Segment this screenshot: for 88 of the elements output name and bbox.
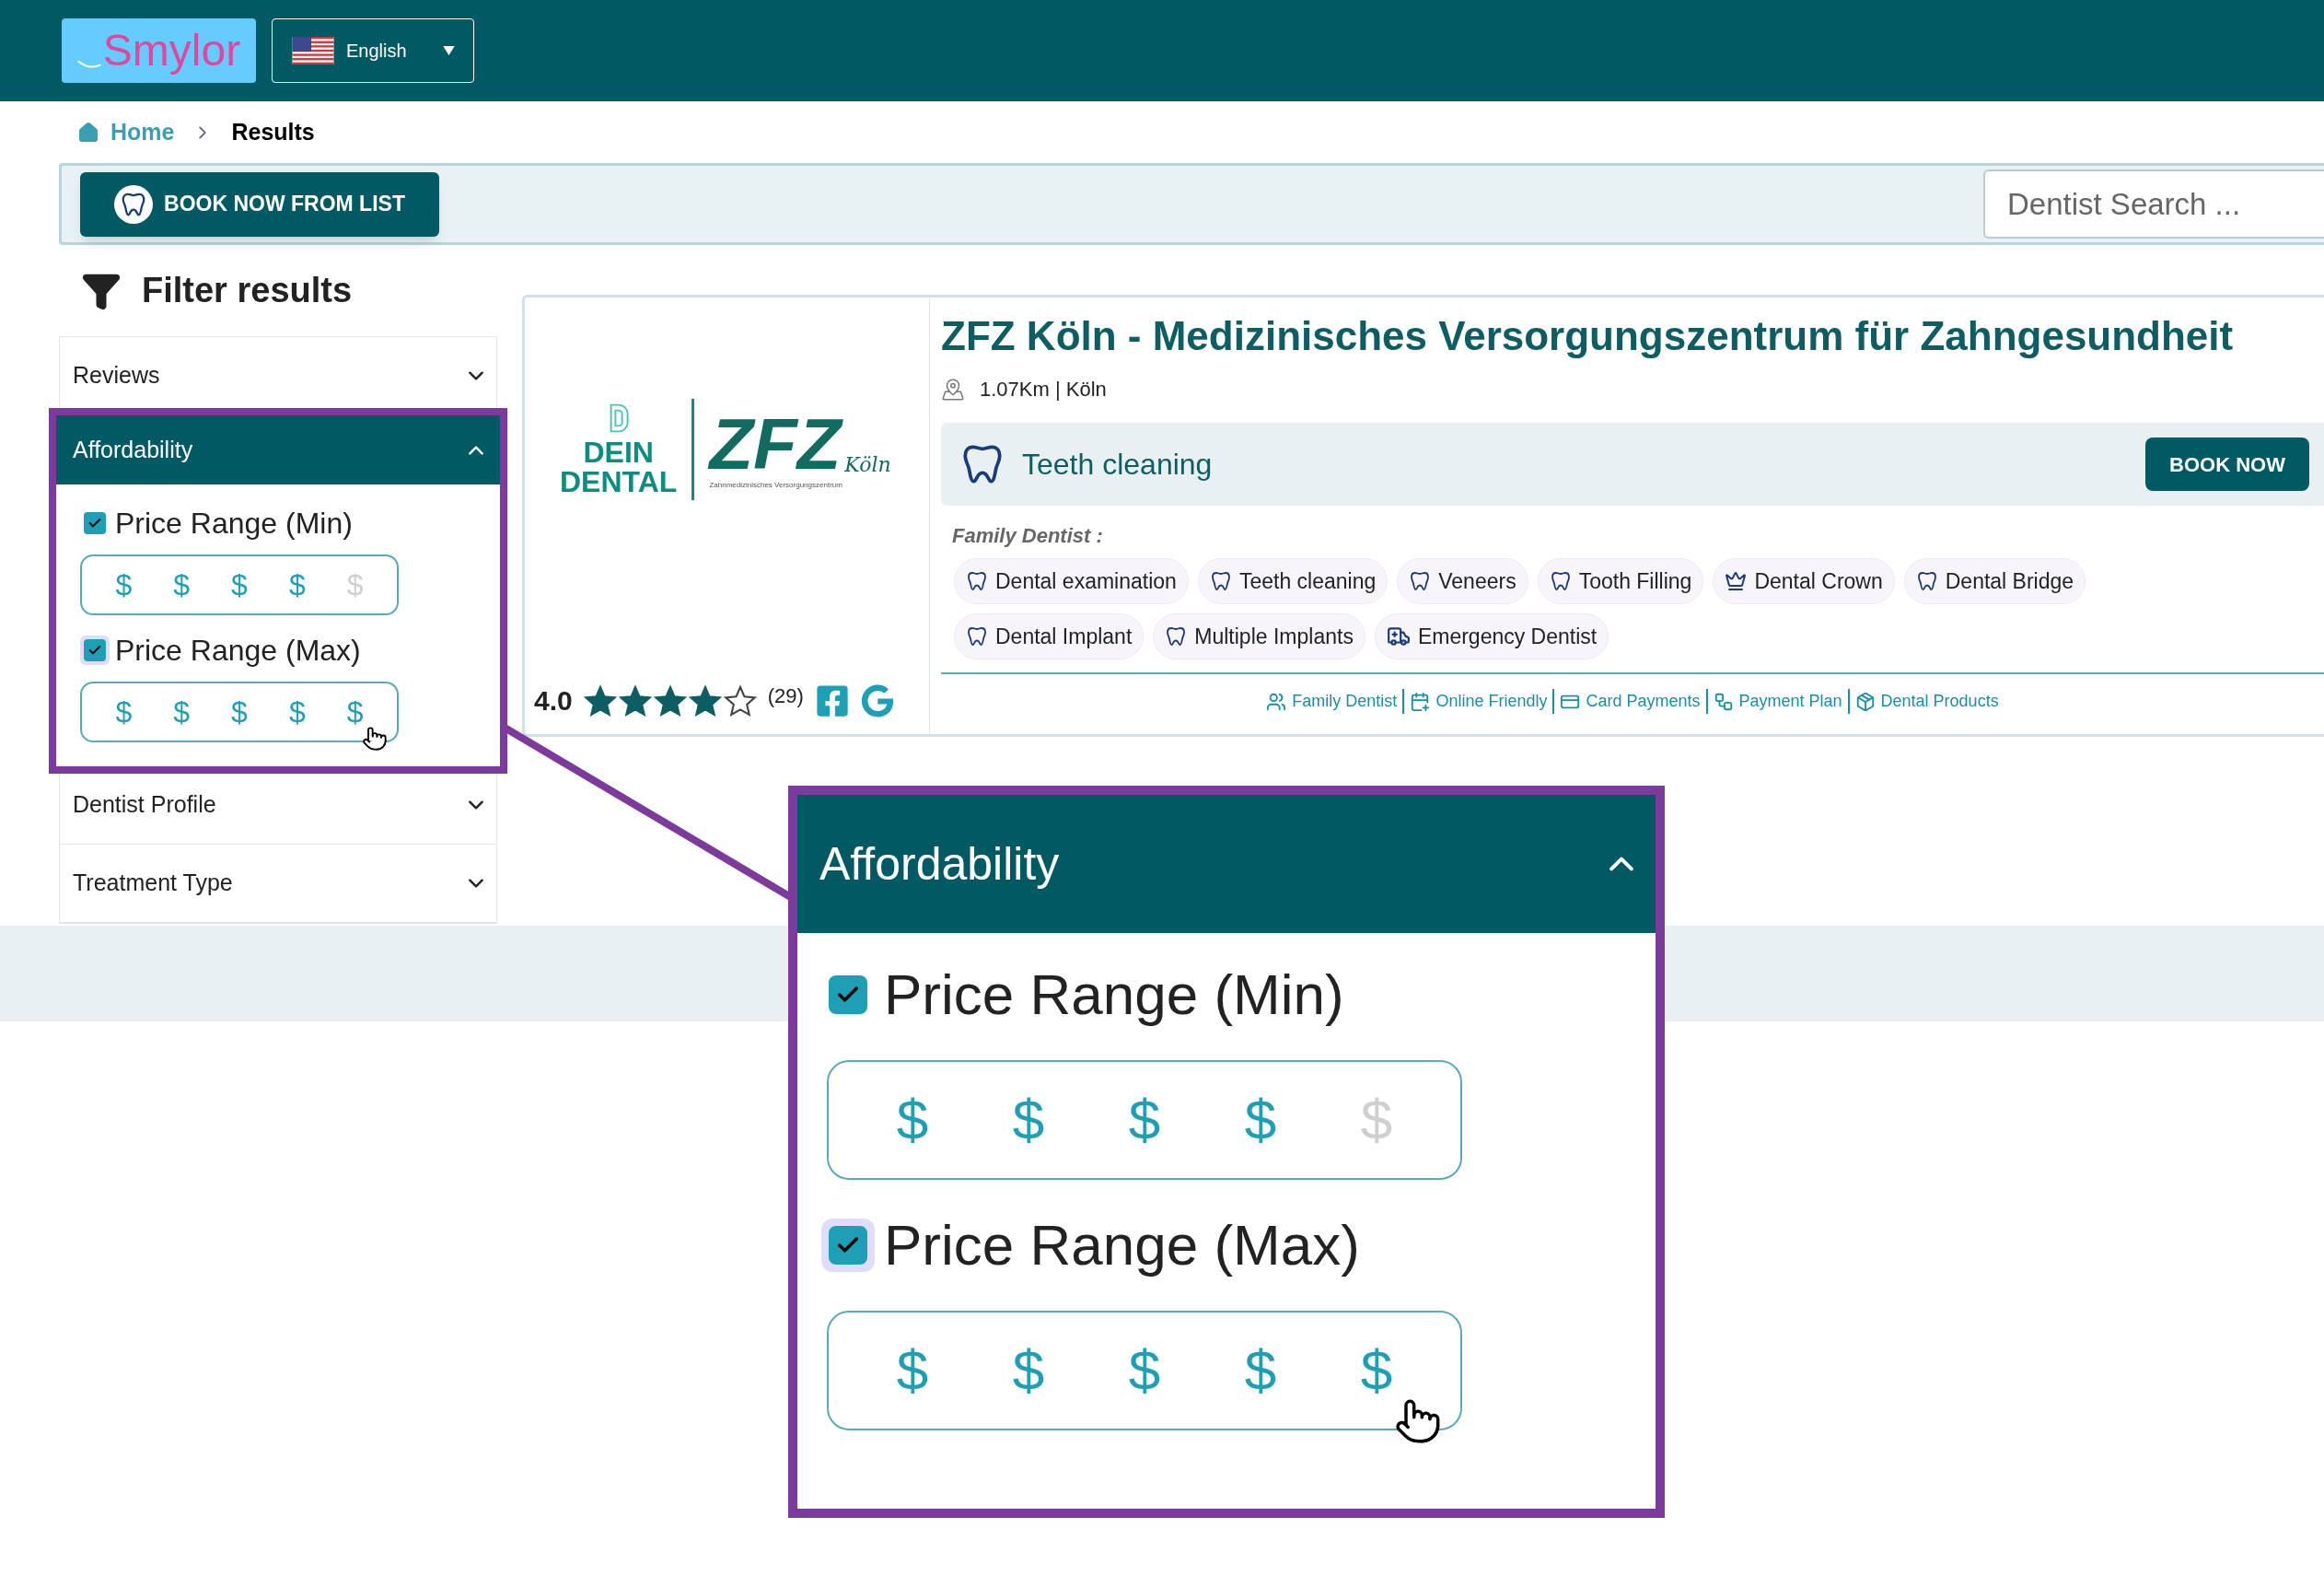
option-label: Price Range (Max) [115,636,361,665]
tooth-icon [1165,625,1188,648]
treatment-chip[interactable]: Veneers [1397,558,1528,604]
tooth-icon [1209,570,1232,592]
logo-word: DEIN [583,438,654,467]
clinic-name[interactable]: ZFZ Köln - Medizinisches Versorgungszentrum für Zahngesundheit [941,310,2324,361]
home-icon [77,121,99,144]
star-icon [653,683,687,718]
filter-title: Filter results [142,270,353,311]
dollar-option[interactable]: $ [1244,1342,1277,1399]
treatment-chip[interactable]: Dental Crown [1713,558,1895,604]
logo-city: Köln [844,453,891,478]
logo-word: DENTAL [560,467,678,496]
treatment-chip[interactable]: Emergency Dentist [1374,613,1609,659]
star-icon [688,683,722,718]
feature-label: Online Friendly [1402,689,1553,714]
dollar-option[interactable]: $ [346,697,364,727]
logo-text: Smylor [102,29,241,73]
logo[interactable]: Smylor [62,18,256,83]
dollar-option[interactable]: $ [1012,1091,1045,1149]
callout-title: Affordability [819,836,1060,892]
dollar-option[interactable]: $ [173,570,191,600]
featured-treatment: Teeth cleaning [1022,447,1213,483]
chevron-up-icon [1609,857,1633,871]
section-header[interactable]: Affordability [56,415,500,484]
treatment-chip[interactable]: Teeth cleaning [1197,558,1389,604]
dentist-search-field[interactable]: Dentist Search ... [1983,169,2324,239]
home-link[interactable]: Home [77,114,175,150]
dollar-option[interactable]: $ [1128,1091,1161,1149]
crown-icon [1725,570,1748,592]
tooth-icon [966,625,988,648]
ambulance-icon [1386,624,1411,648]
feature-label: Dental Products [1847,689,2004,714]
dollar-option[interactable]: $ [1012,1342,1045,1399]
package-icon [1854,691,1876,712]
dollar-option[interactable]: $ [1360,1342,1393,1399]
smile-icon [76,60,101,69]
rating-value: 4.0 [534,684,573,718]
flow-icon [1713,691,1734,712]
chevron-down-icon [469,800,483,810]
book-now-from-list-button[interactable]: BOOK NOW FROM LIST [80,171,439,237]
treatment-chip[interactable]: Multiple Implants [1153,613,1365,659]
flag-icon [291,37,335,64]
chevron-down-icon [469,879,483,888]
feature-label: Payment Plan [1705,689,1848,714]
feature-label: Card Payments [1552,689,1706,714]
option-label: Price Range (Min) [115,508,353,538]
category-label: Family Dentist : [952,523,1104,549]
tooth-icon [1549,570,1572,592]
clinic-distance: 1.07Km | Köln [980,377,1107,402]
dollar-option[interactable]: $ [1244,1091,1277,1149]
language-select[interactable]: English [272,18,474,83]
book-now-button[interactable]: BOOK NOW [2145,438,2309,491]
checkbox[interactable] [829,975,867,1014]
logo-tagline: Zahnmedizinisches Versorgungszentrum [709,480,843,491]
review-count: (29) [767,683,804,709]
dollar-option[interactable]: $ [896,1342,929,1399]
google-icon[interactable] [860,683,894,718]
dollar-option[interactable]: $ [231,570,248,600]
dollar-option[interactable]: $ [173,697,191,727]
chevron-down-icon [469,371,483,380]
checkbox[interactable] [829,1226,867,1265]
chevron-up-icon [469,445,483,455]
feature-label: Family Dentist [1261,689,1403,714]
dollar-option[interactable]: $ [1128,1342,1161,1399]
dropdown-caret-icon [443,46,455,55]
checkbox[interactable] [84,512,106,534]
calendar-icon [1410,691,1431,712]
map-icon [941,377,965,402]
dollar-option[interactable]: $ [288,570,306,600]
treatment-chip[interactable]: Dental examination [954,558,1189,604]
treatment-chip[interactable]: Tooth Filling [1537,558,1704,604]
dollar-option[interactable]: $ [115,697,133,727]
tooth-icon [1409,570,1432,592]
dollar-option[interactable]: $ [231,697,248,727]
treatment-chip[interactable]: Dental Bridge [1903,558,2086,604]
breadcrumb-current: Results [231,117,315,146]
dollar-option[interactable]: $ [288,697,306,727]
star-icon [618,683,652,718]
star-icon [583,683,617,718]
star-icon [723,683,757,718]
facebook-icon[interactable] [814,682,850,718]
treatment-chip[interactable]: Dental Implant [954,613,1145,659]
dollar-option[interactable]: $ [896,1091,929,1149]
tooth-icon [1915,570,1938,592]
dollar-option[interactable]: $ [115,570,133,600]
people-icon [1266,691,1287,712]
tooth-icon [966,570,988,592]
